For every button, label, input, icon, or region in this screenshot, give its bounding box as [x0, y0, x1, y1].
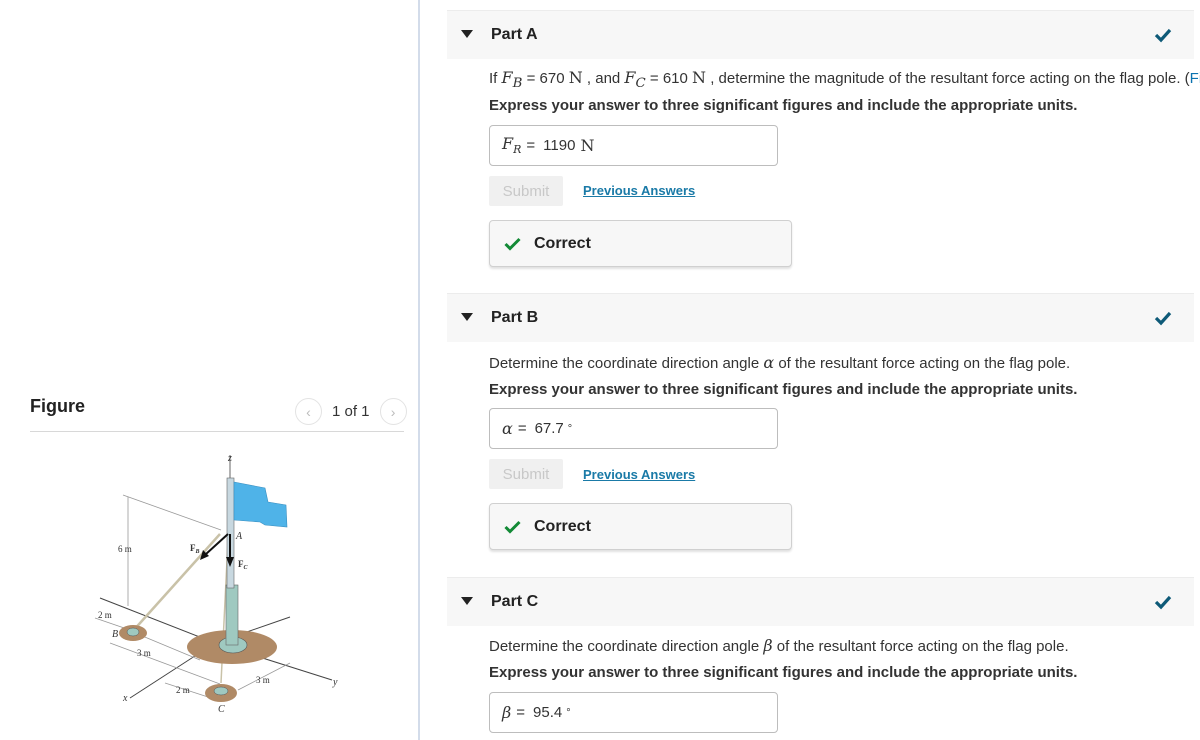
equals-sign: = [517, 420, 527, 437]
question-panel: Part A If FB = 670 N , and FC = 610 N , … [447, 0, 1200, 740]
dim-2m-b-label: 2 m [98, 610, 112, 620]
answer-unit: ° [566, 706, 571, 719]
dim-3m-b-label: 3 m [137, 648, 151, 658]
z-axis-label: z [227, 453, 232, 464]
correct-check-icon [504, 520, 521, 534]
part-c-instruction: Express your answer to three significant… [489, 664, 1078, 681]
dim-6m-label: 6 m [118, 544, 132, 554]
feedback-label: Correct [534, 517, 591, 535]
caret-down-icon [461, 313, 473, 321]
part-a-label: Part A [491, 26, 538, 43]
pager-count: 1 of 1 [332, 403, 370, 420]
equals-sign: = [516, 704, 526, 721]
part-a-header[interactable]: Part A [447, 10, 1194, 59]
part-c-label: Part C [491, 593, 539, 610]
flag [233, 481, 288, 528]
point-b-label: B [112, 629, 118, 640]
flag-pole-figure[interactable]: z y x A B C FB FC 6 m 2 m 3 m 2 m 3 m [90, 450, 360, 740]
answer-symbol: FR [502, 134, 522, 157]
caret-down-icon [461, 597, 473, 605]
part-b-feedback: Correct [489, 503, 792, 550]
part-b-answer-field[interactable]: α = 67.7 ° [489, 408, 778, 449]
answer-unit: ° [567, 422, 573, 435]
part-a-submit-button[interactable]: Submit [489, 176, 563, 206]
y-axis-label: y [332, 677, 338, 688]
part-c-question: Determine the coordinate direction angle… [489, 636, 1069, 655]
panel-splitter[interactable] [418, 0, 420, 740]
caret-down-icon [461, 30, 473, 38]
checkmark-icon [1154, 28, 1172, 43]
chevron-right-icon: › [390, 403, 396, 420]
figure-panel: Figure ‹ 1 of 1 › z y x A B C FB FC 6 m … [0, 0, 418, 740]
dim-2m-c-label: 2 m [176, 685, 190, 695]
figure-1-link[interactable]: Figure 1 [1190, 70, 1200, 87]
figure-divider [30, 431, 404, 432]
part-a-previous-answers-link[interactable]: Previous Answers [583, 183, 695, 198]
part-c-header[interactable]: Part C [447, 577, 1194, 626]
pole-base [225, 584, 239, 646]
correct-check-icon [504, 237, 521, 251]
cable-ab [131, 533, 221, 633]
prev-figure-button[interactable]: ‹ [295, 398, 322, 425]
point-a-label: A [235, 531, 243, 542]
part-b-question: Determine the coordinate direction angle… [489, 353, 1071, 372]
chevron-left-icon: ‹ [306, 403, 311, 420]
dim-3m-c-label: 3 m [256, 675, 270, 685]
checkmark-icon [1154, 311, 1172, 326]
checkmark-icon [1154, 595, 1172, 610]
part-b-header[interactable]: Part B [447, 293, 1194, 342]
part-a-instruction: Express your answer to three significant… [489, 97, 1078, 114]
answer-symbol: α [502, 419, 513, 438]
point-c-label: C [218, 704, 225, 715]
part-a-feedback: Correct [489, 220, 792, 267]
force-c-label: FC [238, 559, 249, 571]
figure-pager: ‹ 1 of 1 › [295, 398, 407, 425]
answer-value: 67.7 [534, 420, 564, 437]
part-b-submit-button[interactable]: Submit [489, 459, 563, 489]
figure-title: Figure [30, 396, 86, 416]
part-c-answer-field[interactable]: β = 95.4 ° [489, 692, 778, 733]
part-b-label: Part B [491, 309, 539, 326]
x-axis-label: x [122, 693, 128, 704]
part-a-question: If FB = 670 N , and FC = 610 N , determi… [489, 68, 1200, 91]
part-b-previous-answers-link[interactable]: Previous Answers [583, 467, 695, 482]
next-figure-button[interactable]: › [379, 398, 407, 425]
equals-sign: = [526, 137, 536, 154]
part-b-instruction: Express your answer to three significant… [489, 381, 1078, 398]
force-b-label: FB [190, 543, 200, 555]
pole [226, 477, 235, 589]
answer-unit: N [580, 136, 595, 155]
answer-value: 1190 [543, 137, 576, 154]
feedback-label: Correct [534, 234, 591, 252]
answer-value: 95.4 [533, 704, 563, 721]
part-a-answer-field[interactable]: FR = 1190 N [489, 125, 778, 166]
answer-symbol: β [502, 703, 512, 722]
